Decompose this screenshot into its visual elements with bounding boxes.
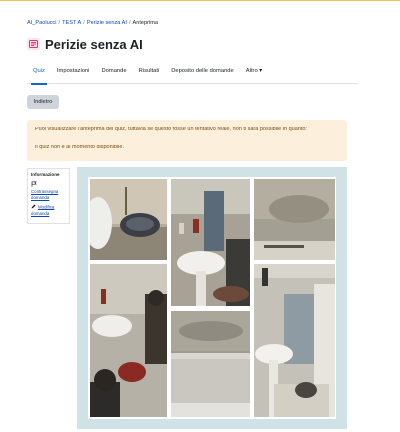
breadcrumb-item-course-category[interactable]: AI_Paolucci — [27, 20, 57, 26]
tab-settings[interactable]: Impostazioni — [51, 64, 96, 84]
question-image-frame — [77, 167, 347, 429]
pencil-icon — [31, 204, 36, 211]
bathroom-photo-collage — [88, 177, 336, 419]
info-title: Informazione — [31, 172, 60, 177]
preview-warning-alert: Puoi visualizzare l'anteprima del quiz, … — [27, 120, 347, 161]
photo-ceiling — [254, 179, 335, 260]
page-header: Perizie senza AI — [27, 36, 143, 52]
secondary-navigation: Quiz Impostazioni Domande Risultati Depo… — [27, 64, 358, 85]
tab-question-bank[interactable]: Deposito delle domande — [165, 64, 240, 84]
page-top-border — [0, 0, 400, 1]
tab-more-dropdown[interactable]: Altro ▾ — [240, 64, 268, 84]
photo-wall-corner — [254, 264, 335, 417]
flag-question-link[interactable]: Contrassegna domanda — [31, 181, 66, 201]
tab-questions[interactable]: Domande — [95, 64, 132, 84]
flag-icon — [31, 181, 37, 189]
breadcrumb-item-quiz[interactable]: Perizie senza AI — [87, 20, 127, 26]
breadcrumb-item-current: Anteprima — [132, 20, 159, 26]
page-title: Perizie senza AI — [45, 36, 143, 52]
quiz-icon — [27, 38, 40, 50]
tab-results[interactable]: Risultati — [133, 64, 166, 84]
photo-sink-worker — [90, 264, 167, 417]
breadcrumb: AI_Paolucci / TEST A / Perizie senza AI / Ante… — [27, 20, 159, 26]
back-button[interactable]: Indietro — [27, 95, 59, 109]
alert-message: Puoi visualizzare l'anteprima del quiz, … — [35, 127, 307, 132]
edit-question-link[interactable]: Modifica domanda — [31, 204, 66, 217]
alert-reason: Il quiz non è al momento disponibile. — [35, 144, 124, 150]
breadcrumb-item-course[interactable]: TEST A — [62, 20, 81, 26]
photo-toilet — [90, 179, 167, 260]
photo-ceiling-detail — [171, 311, 250, 417]
photo-sink-shelf — [171, 179, 250, 306]
tab-quiz[interactable]: Quiz — [27, 64, 51, 85]
question-info-panel: Informazione Contrassegna domanda Modifi… — [27, 168, 70, 224]
flag-question-label: Contrassegna domanda — [31, 188, 59, 200]
